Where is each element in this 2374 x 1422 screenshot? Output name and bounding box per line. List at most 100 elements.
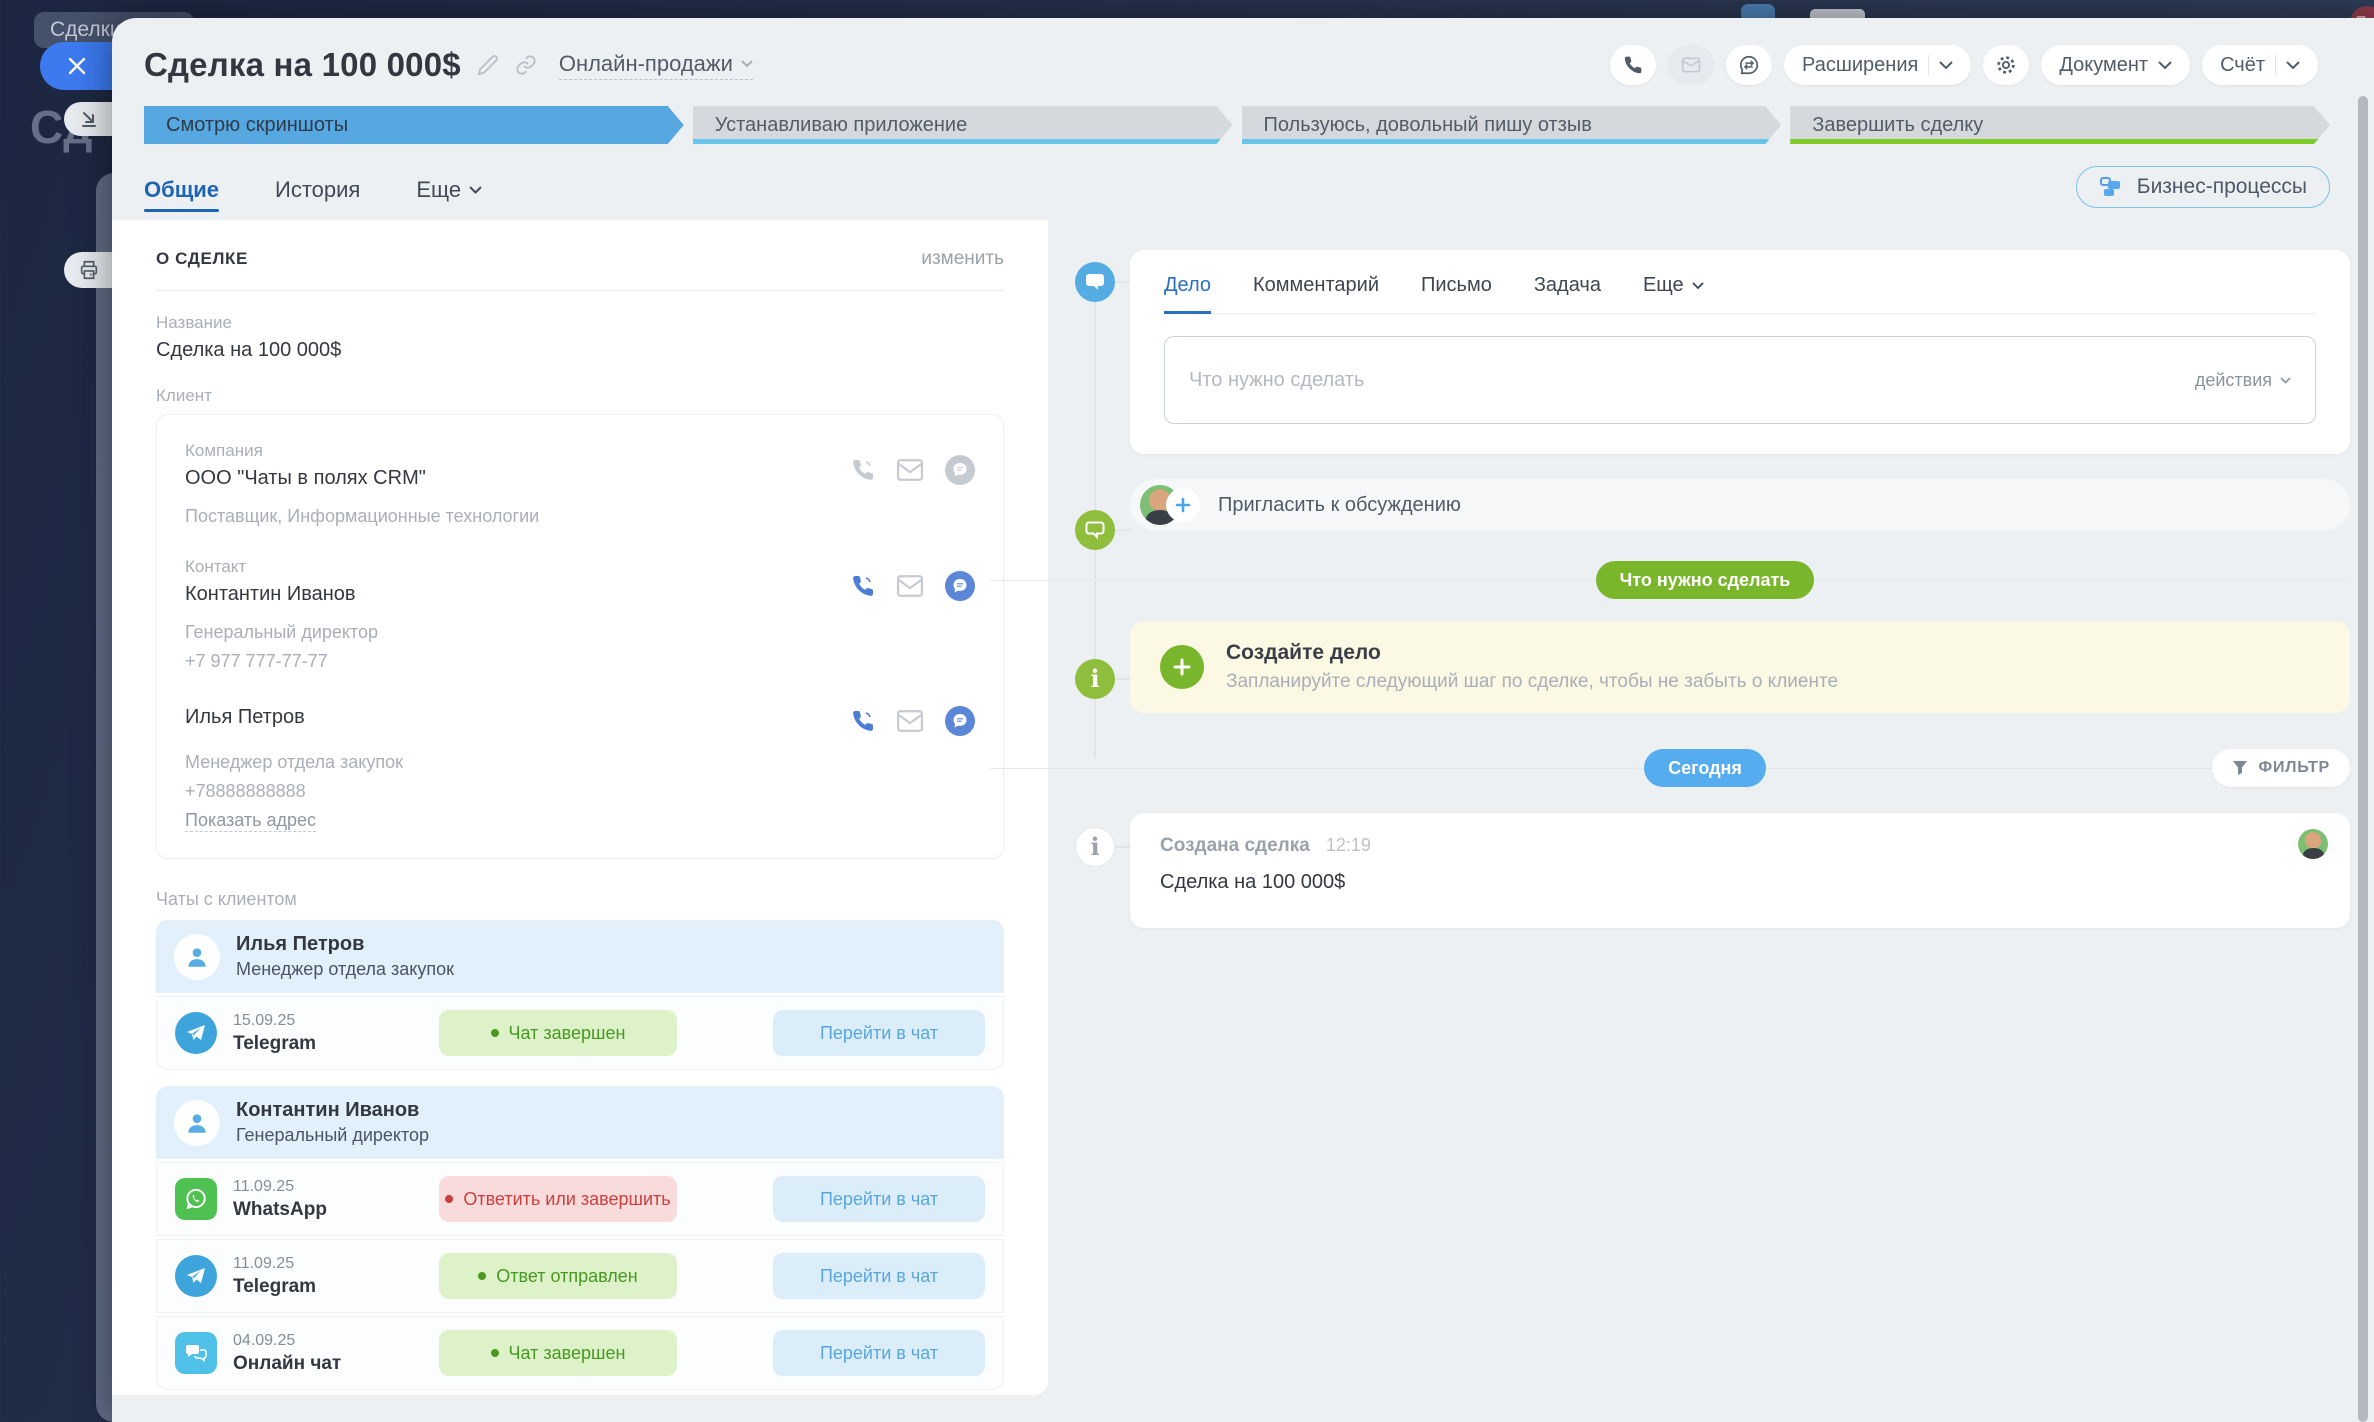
email-button[interactable]: [1668, 45, 1714, 85]
timeline-entry-card[interactable]: Создана сделка 12:19 Сделка на 100 000$: [1130, 813, 2350, 928]
contact-phone: +78888888888: [185, 781, 975, 802]
todo-divider: Что нужно сделать: [1060, 561, 2350, 599]
contact-call-icon[interactable]: [851, 574, 875, 598]
client-card: Компания ООО "Чаты в полях CRM" Поставщи…: [156, 414, 1004, 859]
business-processes-icon: [2099, 176, 2125, 198]
collapse-slider-button[interactable]: [64, 102, 114, 136]
stage-install-app[interactable]: Устанавливаю приложение: [693, 106, 1233, 144]
go-to-chat-button[interactable]: Перейти в чат: [773, 1330, 985, 1376]
contact-chat-icon[interactable]: [945, 706, 975, 736]
company-meta: Поставщик, Информационные технологии: [185, 506, 975, 527]
show-address-link[interactable]: Показать адрес: [185, 810, 316, 832]
invite-to-discussion[interactable]: Пригласить к обсуждению: [1130, 479, 2350, 531]
edit-deal-link[interactable]: изменить: [921, 248, 1004, 270]
stage-underline: [1242, 139, 1782, 144]
timeline-connector: [1115, 529, 1130, 531]
status-dot: [445, 1195, 453, 1203]
whatsapp-icon: [175, 1178, 217, 1220]
timeline-connector: [1115, 846, 1130, 848]
contact-chat-icon[interactable]: [945, 571, 975, 601]
contact-mail-icon[interactable]: [897, 710, 923, 732]
stage-underline: [1790, 139, 2330, 144]
chat-row: 11.09.25 WhatsApp Ответить или завершить…: [156, 1162, 1004, 1236]
status-dot: [491, 1349, 499, 1357]
stage-underline: [693, 139, 1233, 144]
chat-group: Илья Петров Менеджер отдела закупок 15.0…: [156, 920, 1004, 1070]
tab-task[interactable]: Задача: [1534, 274, 1601, 297]
composer-row: Дело Комментарий Письмо Задача Еще дейст…: [1130, 250, 2350, 454]
pipeline-select[interactable]: Онлайн-продажи: [559, 51, 753, 80]
filter-button[interactable]: ФИЛЬТР: [2212, 749, 2350, 787]
go-to-chat-button[interactable]: Перейти в чат: [773, 1010, 985, 1056]
copy-link-icon[interactable]: [515, 54, 537, 76]
vertical-scrollbar[interactable]: [2358, 96, 2368, 1422]
contact-mail-icon[interactable]: [897, 575, 923, 597]
chat-row: 15.09.25 Telegram Чат завершен Перейти в…: [156, 996, 1004, 1070]
todo-input[interactable]: [1189, 369, 2195, 392]
today-divider: Сегодня ФИЛЬТР: [1060, 749, 2350, 787]
entry-title: Создана сделка: [1160, 835, 1310, 857]
print-button[interactable]: [64, 252, 114, 288]
stage-review[interactable]: Пользуюсь, довольный пишу отзыв: [1242, 106, 1782, 144]
telegram-icon: [175, 1012, 217, 1054]
contact-name[interactable]: Илья Петров: [185, 706, 851, 729]
contact-call-icon[interactable]: [851, 709, 875, 733]
company-label: Компания: [185, 441, 851, 461]
deal-header: Сделка на 100 000$ Онлайн-продажи: [144, 32, 2318, 98]
composer-card: Дело Комментарий Письмо Задача Еще дейст…: [1130, 250, 2350, 454]
timeline-discussion-marker-icon: [1075, 510, 1115, 550]
tab-letter[interactable]: Письмо: [1421, 274, 1492, 297]
invite-avatar: [1140, 485, 1204, 525]
invoice-button[interactable]: Счёт: [2202, 45, 2318, 85]
deal-name-label: Название: [156, 313, 1004, 333]
invite-row: Пригласить к обсуждению: [1130, 479, 2350, 531]
tab-comment[interactable]: Комментарий: [1253, 274, 1379, 297]
chevron-down-icon: [2280, 377, 2291, 384]
stage-current[interactable]: Смотрю скриншоты: [144, 106, 684, 144]
pipeline-stage-bar: Смотрю скриншоты Устанавливаю приложение…: [144, 106, 2330, 144]
chat-contact-role: Менеджер отдела закупок: [236, 959, 454, 980]
chat-channel: Telegram: [233, 1276, 423, 1298]
chat-group-header: Илья Петров Менеджер отдела закупок: [156, 920, 1004, 993]
stage-close-deal[interactable]: Завершить сделку: [1790, 106, 2330, 144]
tab-activity[interactable]: Дело: [1164, 274, 1211, 297]
go-to-chat-button[interactable]: Перейти в чат: [773, 1253, 985, 1299]
company-mail-icon[interactable]: [897, 459, 923, 481]
chat-status-badge: Чат завершен: [439, 1330, 677, 1376]
company-chat-icon[interactable]: [945, 455, 975, 485]
chat-channel: Telegram: [233, 1033, 423, 1055]
button-divider: [2275, 55, 2276, 75]
go-to-chat-button[interactable]: Перейти в чат: [773, 1176, 985, 1222]
chat-sync-button[interactable]: [1726, 45, 1772, 85]
contact-name[interactable]: Контантин Иванов: [185, 583, 851, 606]
hint-subtitle: Запланируйте следующий шаг по сделке, чт…: [1226, 671, 1838, 693]
business-processes-button[interactable]: Бизнес-процессы: [2076, 166, 2330, 208]
chevron-down-icon: [2286, 61, 2300, 70]
contact-role: Генеральный директор: [185, 622, 975, 643]
actions-dropdown[interactable]: действия: [2195, 370, 2291, 391]
call-button[interactable]: [1610, 45, 1656, 85]
chat-date: 15.09.25: [233, 1012, 423, 1030]
tab-more[interactable]: Еще: [416, 158, 482, 216]
person-avatar-icon: [174, 934, 220, 980]
timeline-tabs: Дело Комментарий Письмо Задача Еще: [1164, 274, 2316, 314]
extensions-button[interactable]: Расширения: [1784, 45, 1971, 85]
tab-general[interactable]: Общие: [144, 158, 219, 216]
company-call-icon[interactable]: [851, 458, 875, 482]
entry-time: 12:19: [1326, 835, 1371, 856]
todo-pill: Что нужно сделать: [1596, 561, 1815, 599]
entry-body: Сделка на 100 000$: [1160, 871, 2320, 894]
status-dot: [491, 1029, 499, 1037]
chat-status-badge: Ответить или завершить: [439, 1176, 677, 1222]
create-activity-hint[interactable]: Создайте дело Запланируйте следующий шаг…: [1130, 621, 2350, 713]
edit-title-icon[interactable]: [477, 54, 499, 76]
close-icon: [67, 56, 87, 76]
company-name[interactable]: ООО "Чаты в полях CRM": [185, 467, 851, 490]
tab-history[interactable]: История: [275, 158, 360, 216]
tab-timeline-more[interactable]: Еще: [1643, 274, 1704, 297]
timeline-history-marker-icon: i: [1075, 827, 1115, 867]
close-slider-button[interactable]: [40, 42, 114, 90]
settings-button[interactable]: [1983, 45, 2029, 85]
document-button[interactable]: Документ: [2041, 45, 2190, 85]
deal-info-panel: О СДЕЛКЕ изменить Название Сделка на 100…: [112, 220, 1048, 1395]
